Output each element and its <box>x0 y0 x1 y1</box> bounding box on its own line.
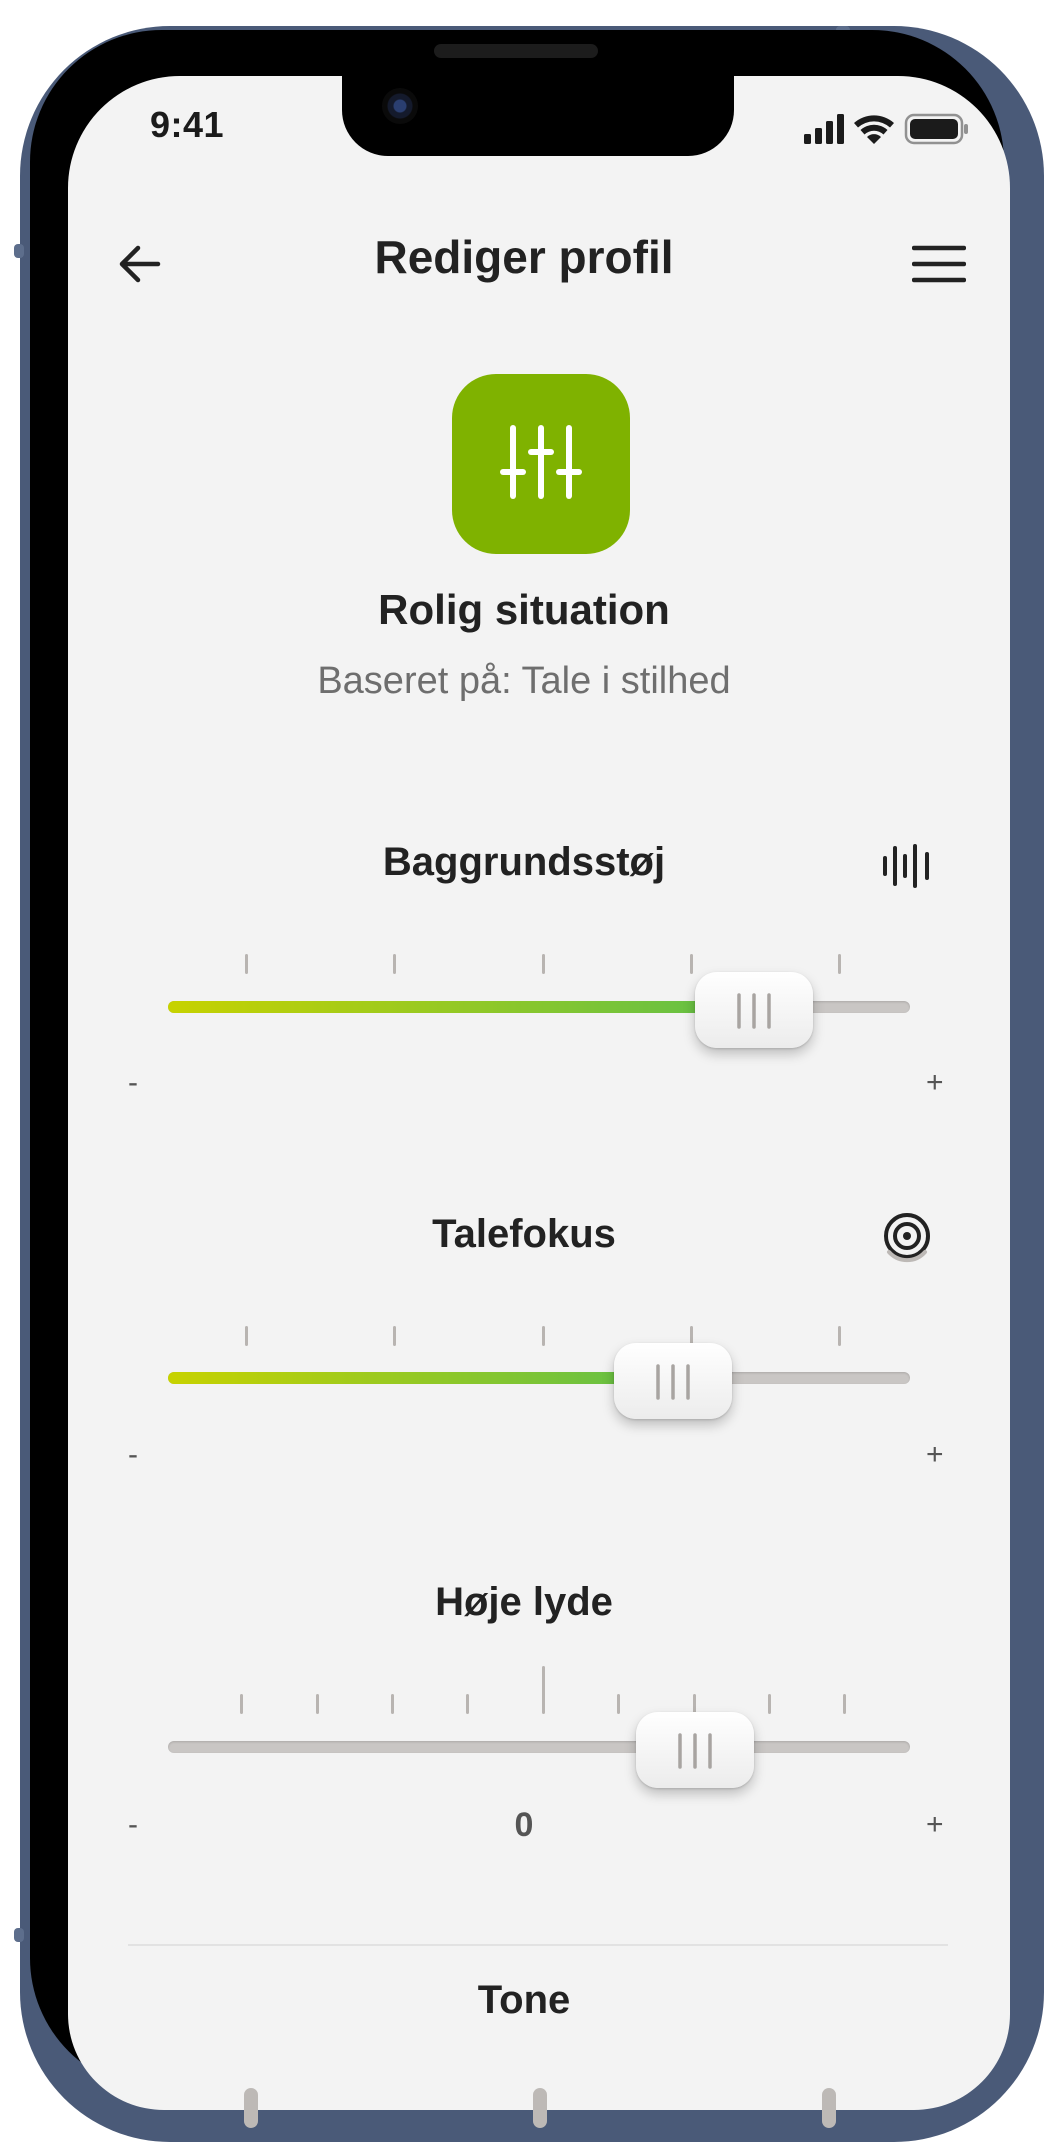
slider-tick <box>690 954 693 974</box>
slider-hoeje-lyde[interactable] <box>168 1712 910 1788</box>
page-title: Rediger profil <box>374 231 674 283</box>
profile-based-on: Baseret på: Tale i stilhed <box>317 660 731 702</box>
slider-track <box>168 1741 910 1753</box>
slider-tick <box>843 1694 846 1714</box>
slider-tick <box>617 1694 620 1714</box>
status-icons <box>804 113 968 145</box>
focus-target-icon <box>884 1213 930 1263</box>
tone-slider-tick <box>244 2088 258 2128</box>
slider-min-label: - <box>128 1066 138 1099</box>
speaker-grille <box>434 44 598 58</box>
slider-max-label: + <box>926 1438 944 1471</box>
slider-baggrundsstoej[interactable] <box>168 972 910 1048</box>
sound-wave-icon <box>883 844 929 888</box>
slider-center-tick <box>542 1666 545 1714</box>
slider-thumb[interactable] <box>695 972 813 1048</box>
slider-tick <box>391 1694 394 1714</box>
status-time: 9:41 <box>150 104 225 145</box>
grip-icon <box>656 1364 690 1400</box>
tone-section-title: Tone <box>477 1978 571 2022</box>
slider-talefokus[interactable] <box>168 1343 910 1419</box>
slider-tick <box>466 1694 469 1714</box>
tone-slider-tick <box>533 2088 547 2128</box>
slider-tick <box>838 954 841 974</box>
hamburger-menu-icon[interactable] <box>912 244 966 284</box>
battery-icon <box>904 113 968 145</box>
slider-label-hoeje-lyde: Høje lyde <box>435 1580 613 1624</box>
slider-fill <box>168 1372 673 1384</box>
slider-tick <box>393 954 396 974</box>
section-divider <box>128 1944 948 1946</box>
slider-tick <box>693 1694 696 1714</box>
slider-thumb[interactable] <box>614 1343 732 1419</box>
tone-slider-tick <box>822 2088 836 2128</box>
slider-max-label: + <box>926 1808 944 1841</box>
cellular-signal-icon <box>804 114 844 144</box>
slider-max-label: + <box>926 1066 944 1099</box>
front-camera <box>382 88 418 124</box>
side-button <box>14 1928 24 1942</box>
slider-tick <box>316 1694 319 1714</box>
grip-icon <box>737 993 771 1029</box>
profile-name: Rolig situation <box>378 586 670 633</box>
slider-fill <box>168 1001 754 1013</box>
slider-center-label: 0 <box>514 1806 534 1844</box>
sliders-icon <box>500 425 582 499</box>
slider-tick <box>245 954 248 974</box>
slider-tick <box>240 1694 243 1714</box>
slider-tick <box>768 1694 771 1714</box>
grip-icon <box>678 1733 712 1769</box>
slider-min-label: - <box>128 1438 138 1471</box>
wifi-icon <box>854 115 894 144</box>
profile-icon-tile <box>452 374 630 554</box>
slider-thumb[interactable] <box>636 1712 754 1788</box>
slider-tick <box>542 954 545 974</box>
